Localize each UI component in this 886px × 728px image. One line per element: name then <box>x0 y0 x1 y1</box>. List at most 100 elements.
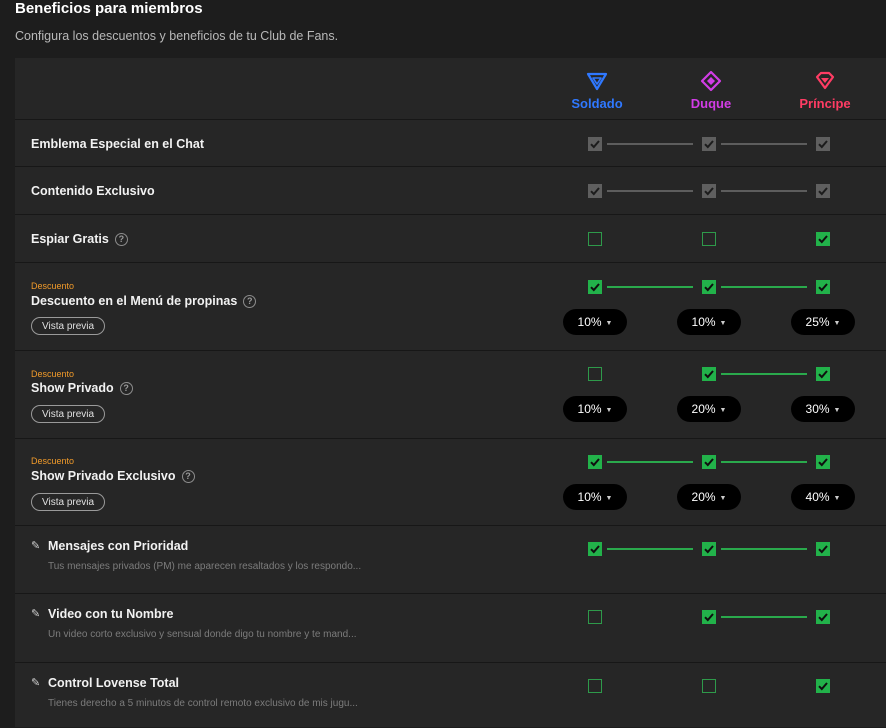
benefit-label: Descuento en el Menú de propinas? <box>31 294 257 308</box>
checkbox-duque[interactable] <box>702 679 716 693</box>
discount-select-duque[interactable]: 20% ▼ <box>677 396 741 422</box>
help-icon[interactable]: ? <box>114 233 128 246</box>
discount-value: 10% <box>691 315 716 329</box>
pencil-icon[interactable]: ✎ <box>31 607 40 620</box>
connector-line <box>721 461 807 463</box>
checkbox-principe[interactable] <box>816 455 830 469</box>
connector-line <box>607 286 693 288</box>
tier-name-principe: Príncipe <box>799 96 851 111</box>
discount-select-duque[interactable]: 20% ▼ <box>677 484 741 510</box>
benefit-label: Emblema Especial en el Chat <box>31 137 204 151</box>
benefit-description: Tus mensajes privados (PM) me aparecen r… <box>48 561 362 572</box>
page-title: Beneficios para miembros <box>15 0 203 17</box>
preview-button[interactable]: Vista previa <box>31 493 106 511</box>
checkbox-soldado[interactable] <box>588 184 602 198</box>
discount-tag: Descuento <box>31 369 75 379</box>
benefit-label: Espiar Gratis? <box>31 232 128 246</box>
checkbox-soldado[interactable] <box>588 542 602 556</box>
connector-line <box>721 190 807 192</box>
connector-line <box>607 461 693 463</box>
discount-select-principe[interactable]: 25% ▼ <box>791 309 855 335</box>
discount-value: 30% <box>805 402 830 416</box>
chevron-down-icon: ▼ <box>833 407 841 414</box>
discount-select-soldado[interactable]: 10% ▼ <box>563 484 627 510</box>
connector-line <box>721 616 807 618</box>
checkbox-duque[interactable] <box>702 455 716 469</box>
connector-line <box>721 143 807 145</box>
benefit-label-text: Show Privado <box>31 381 114 395</box>
checkbox-duque[interactable] <box>702 367 716 381</box>
benefit-label: Mensajes con Prioridad <box>48 539 189 553</box>
help-icon[interactable]: ? <box>243 295 257 308</box>
diamond-gem-icon <box>700 70 722 92</box>
checkbox-principe[interactable] <box>816 610 830 624</box>
chevron-down-icon: ▼ <box>719 320 727 327</box>
checkbox-duque[interactable] <box>702 184 716 198</box>
page-subtitle: Configura los descuentos y beneficios de… <box>15 29 339 43</box>
benefit-row-show-privado-exclusivo: Descuento Show Privado Exclusivo? Vista … <box>15 438 886 525</box>
connector-line <box>721 286 807 288</box>
checkbox-duque[interactable] <box>702 280 716 294</box>
tier-header-soldado: Soldado <box>547 70 647 111</box>
benefits-table: Soldado Duque Príncipe Emblema Especial … <box>15 58 886 727</box>
benefit-label: Video con tu Nombre <box>48 607 174 621</box>
heart-gem-icon <box>815 71 835 90</box>
discount-value: 10% <box>577 315 602 329</box>
connector-line <box>721 373 807 375</box>
checkbox-principe[interactable] <box>816 542 830 556</box>
benefit-row-lovense: ✎ Control Lovense Total Tienes derecho a… <box>15 662 886 728</box>
help-icon[interactable]: ? <box>181 470 195 483</box>
checkbox-soldado[interactable] <box>588 367 602 381</box>
help-icon[interactable]: ? <box>119 382 133 395</box>
checkbox-duque[interactable] <box>702 137 716 151</box>
discount-select-principe[interactable]: 30% ▼ <box>791 396 855 422</box>
discount-tag: Descuento <box>31 281 75 291</box>
checkbox-principe[interactable] <box>816 137 830 151</box>
benefit-label: Contenido Exclusivo <box>31 184 155 198</box>
checkbox-principe[interactable] <box>816 280 830 294</box>
chevron-down-icon: ▼ <box>719 495 727 502</box>
tier-header-principe: Príncipe <box>775 70 875 111</box>
preview-button[interactable]: Vista previa <box>31 405 106 423</box>
benefit-label: Show Privado? <box>31 381 133 395</box>
benefit-row-contenido: Contenido Exclusivo <box>15 166 886 214</box>
checkbox-duque[interactable] <box>702 610 716 624</box>
preview-button[interactable]: Vista previa <box>31 317 106 335</box>
checkbox-soldado[interactable] <box>588 679 602 693</box>
checkbox-soldado[interactable] <box>588 137 602 151</box>
checkbox-duque[interactable] <box>702 232 716 246</box>
checkbox-duque[interactable] <box>702 542 716 556</box>
pencil-icon[interactable]: ✎ <box>31 539 40 552</box>
benefit-row-show-privado: Descuento Show Privado? Vista previa 10%… <box>15 350 886 438</box>
benefit-row-espiar: Espiar Gratis? <box>15 214 886 262</box>
benefit-label: Control Lovense Total <box>48 676 180 690</box>
checkbox-soldado[interactable] <box>588 455 602 469</box>
benefit-row-video: ✎ Video con tu Nombre Un video corto exc… <box>15 593 886 662</box>
connector-line <box>721 548 807 550</box>
checkbox-soldado[interactable] <box>588 280 602 294</box>
triangle-gem-icon <box>586 72 608 91</box>
discount-select-principe[interactable]: 40% ▼ <box>791 484 855 510</box>
benefit-description: Un video corto exclusivo y sensual donde… <box>48 629 357 640</box>
benefit-label: Show Privado Exclusivo? <box>31 469 195 483</box>
checkbox-principe[interactable] <box>816 232 830 246</box>
discount-select-soldado[interactable]: 10% ▼ <box>563 396 627 422</box>
checkbox-principe[interactable] <box>816 679 830 693</box>
benefit-label-text: Descuento en el Menú de propinas <box>31 294 238 308</box>
checkbox-principe[interactable] <box>816 184 830 198</box>
checkbox-soldado[interactable] <box>588 232 602 246</box>
discount-value: 25% <box>805 315 830 329</box>
discount-value: 10% <box>577 402 602 416</box>
chevron-down-icon: ▼ <box>605 320 613 327</box>
pencil-icon[interactable]: ✎ <box>31 676 40 689</box>
discount-select-soldado[interactable]: 10% ▼ <box>563 309 627 335</box>
benefit-description: Tienes derecho a 5 minutos de control re… <box>48 698 358 709</box>
checkbox-principe[interactable] <box>816 367 830 381</box>
checkbox-soldado[interactable] <box>588 610 602 624</box>
benefit-row-menu-propinas: Descuento Descuento en el Menú de propin… <box>15 262 886 350</box>
benefit-row-emblema: Emblema Especial en el Chat <box>15 119 886 166</box>
chevron-down-icon: ▼ <box>605 407 613 414</box>
connector-line <box>607 548 693 550</box>
chevron-down-icon: ▼ <box>719 407 727 414</box>
discount-select-duque[interactable]: 10% ▼ <box>677 309 741 335</box>
